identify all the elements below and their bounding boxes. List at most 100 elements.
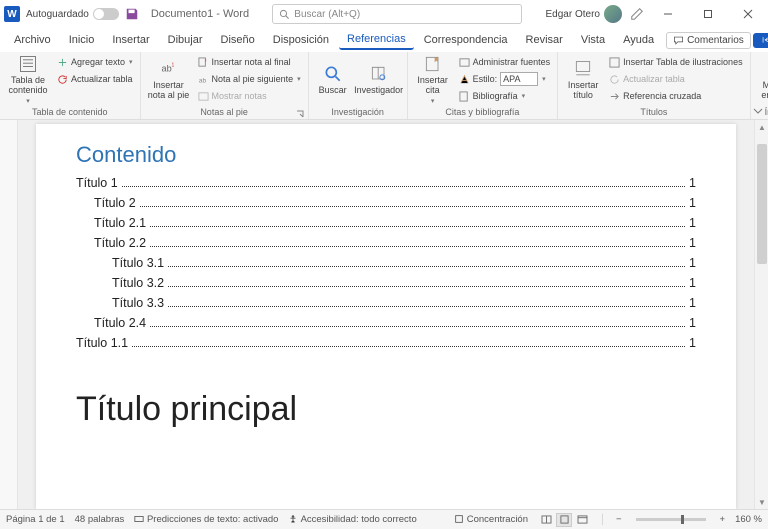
toc-entry-text: Título 3.1	[112, 256, 164, 270]
chevron-down-icon: ▾	[542, 75, 546, 83]
share-icon	[761, 35, 768, 46]
ribbon-group-captions: Insertar título Insertar Tabla de ilustr…	[558, 52, 750, 119]
titlebar-left: W Autoguardado Documento1 - Word	[4, 6, 249, 22]
menu-tab-referencias[interactable]: Referencias	[339, 30, 414, 50]
insert-caption-button[interactable]: Insertar título	[562, 54, 604, 106]
group-label: Citas y bibliografía	[412, 106, 554, 118]
avatar-icon	[604, 5, 622, 23]
toc-entry[interactable]: Título 3.1 1	[76, 256, 696, 270]
insert-citation-button[interactable]: Insertar cita ▾	[412, 54, 454, 106]
group-label: Investigación	[313, 106, 403, 118]
toc-entry-page: 1	[689, 316, 696, 330]
style-value[interactable]: APA	[500, 72, 538, 86]
toc-entry-text: Título 2.2	[94, 236, 146, 250]
menu-tab-archivo[interactable]: Archivo	[6, 31, 59, 49]
insert-footnote-button[interactable]: ab1 Insertar nota al pie	[145, 54, 193, 106]
toc-entry[interactable]: Título 3.2 1	[76, 276, 696, 290]
vertical-scrollbar[interactable]: ▲ ▼	[754, 120, 768, 509]
add-text-button[interactable]: Agregar texto▾	[54, 54, 136, 70]
focus-mode[interactable]: Concentración	[454, 514, 528, 525]
menu-tab-correspondencia[interactable]: Correspondencia	[416, 31, 516, 49]
caption-icon	[573, 59, 593, 79]
print-layout-icon[interactable]	[556, 513, 572, 527]
menu-tab-ayuda[interactable]: Ayuda	[615, 31, 662, 49]
menu-tab-disposición[interactable]: Disposición	[265, 31, 337, 49]
insert-table-figures-button[interactable]: Insertar Tabla de ilustraciones	[606, 54, 745, 70]
share-button[interactable]: Compartir ▾	[753, 33, 768, 48]
zoom-slider[interactable]	[636, 518, 706, 521]
bibliography-button[interactable]: Bibliografía▾	[456, 88, 554, 104]
comment-icon	[673, 35, 684, 46]
menu-tab-vista[interactable]: Vista	[573, 31, 613, 49]
toc-entry[interactable]: Título 1 1	[76, 176, 696, 190]
next-footnote-button[interactable]: abNota al pie siguiente▾	[195, 71, 304, 87]
toc-leader	[168, 286, 685, 287]
minimize-button[interactable]	[652, 0, 684, 28]
toc-icon	[18, 54, 38, 74]
pencil-icon[interactable]	[630, 7, 644, 21]
close-button[interactable]	[732, 0, 764, 28]
book-search-icon	[369, 64, 389, 84]
citation-style-select[interactable]: Estilo: APA▾	[456, 71, 554, 87]
autosave-toggle[interactable]	[93, 8, 119, 20]
read-mode-icon[interactable]	[538, 513, 554, 527]
chevron-down-icon: ▾	[129, 58, 133, 66]
toc-entry[interactable]: Título 2 1	[76, 196, 696, 210]
page-scroll[interactable]: Contenido Título 1 1Título 2 1Título 2.1…	[18, 120, 754, 509]
menu-tab-insertar[interactable]: Insertar	[104, 31, 157, 49]
toc-button[interactable]: Tabla de contenido ▾	[4, 54, 52, 106]
add-text-icon	[57, 57, 68, 68]
dialog-launcher-icon[interactable]	[296, 110, 304, 118]
ribbon: Tabla de contenido ▾ Agregar texto▾ Actu…	[0, 52, 768, 120]
text-predictions[interactable]: Predicciones de texto: activado	[134, 514, 278, 525]
user-account[interactable]: Edgar Otero	[546, 5, 622, 23]
word-count[interactable]: 48 palabras	[75, 514, 125, 525]
toc-entry-page: 1	[689, 236, 696, 250]
update-captions-button[interactable]: Actualizar tabla	[606, 71, 745, 87]
researcher-button[interactable]: Investigador	[355, 54, 403, 106]
accessibility-status[interactable]: Accesibilidad: todo correcto	[288, 514, 416, 525]
comments-button[interactable]: Comentarios	[666, 32, 751, 49]
svg-text:1: 1	[171, 63, 174, 69]
toc-entry[interactable]: Título 3.3 1	[76, 296, 696, 310]
zoom-out-button[interactable]: −	[616, 514, 622, 525]
menu-tab-dibujar[interactable]: Dibujar	[160, 31, 211, 49]
save-icon[interactable]	[125, 7, 139, 21]
menu-tab-diseño[interactable]: Diseño	[213, 31, 263, 49]
show-notes-button[interactable]: Mostrar notas	[195, 88, 304, 104]
toc-entry[interactable]: Título 1.1 1	[76, 336, 696, 350]
scroll-up-icon[interactable]: ▲	[755, 120, 768, 134]
scroll-thumb[interactable]	[757, 144, 767, 264]
manage-sources-button[interactable]: Administrar fuentes	[456, 54, 554, 70]
zoom-level[interactable]: 160 %	[735, 514, 762, 525]
comments-label: Comentarios	[687, 35, 744, 46]
menu-tab-inicio[interactable]: Inicio	[61, 31, 103, 49]
toc-entry[interactable]: Título 2.2 1	[76, 236, 696, 250]
menu-tab-revisar[interactable]: Revisar	[518, 31, 571, 49]
page[interactable]: Contenido Título 1 1Título 2 1Título 2.1…	[36, 124, 736, 509]
group-label: Tabla de contenido	[4, 106, 136, 118]
scroll-down-icon[interactable]: ▼	[755, 495, 768, 509]
toc-entry[interactable]: Título 2.1 1	[76, 216, 696, 230]
collapse-ribbon-icon[interactable]	[752, 105, 764, 117]
maximize-button[interactable]	[692, 0, 724, 28]
toc-leader	[132, 346, 685, 347]
autosave-control[interactable]: Autoguardado	[26, 8, 119, 20]
search-button[interactable]: Buscar	[313, 54, 353, 106]
cross-reference-button[interactable]: Referencia cruzada	[606, 88, 745, 104]
toc-entry[interactable]: Título 2.4 1	[76, 316, 696, 330]
update-toc-button[interactable]: Actualizar tabla	[54, 71, 136, 87]
toc-entry-text: Título 1.1	[76, 336, 128, 350]
mark-entry-button[interactable]: Marcar entrada	[755, 54, 768, 106]
web-layout-icon[interactable]	[574, 513, 590, 527]
sources-icon	[459, 57, 470, 68]
ribbon-group-toc: Tabla de contenido ▾ Agregar texto▾ Actu…	[0, 52, 141, 119]
toc-entry-page: 1	[689, 216, 696, 230]
search-input[interactable]: Buscar (Alt+Q)	[272, 4, 522, 24]
page-indicator[interactable]: Página 1 de 1	[6, 514, 65, 525]
toc-leader	[168, 266, 685, 267]
title-bar: W Autoguardado Documento1 - Word Buscar …	[0, 0, 768, 28]
group-label: Títulos	[562, 106, 745, 118]
zoom-in-button[interactable]: +	[720, 514, 726, 525]
insert-endnote-button[interactable]: iInsertar nota al final	[195, 54, 304, 70]
